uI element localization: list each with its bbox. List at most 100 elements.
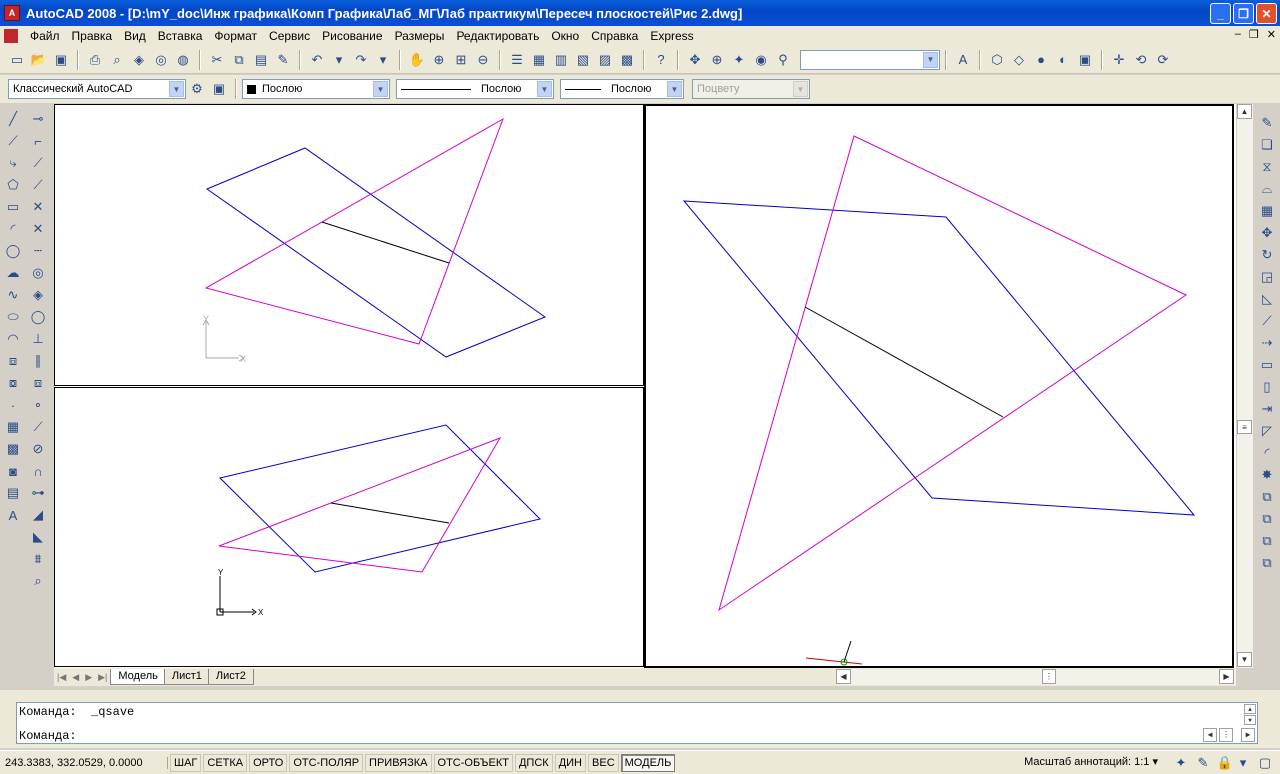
drawing-canvas[interactable]: X Y X Y	[54, 104, 1253, 668]
snap-quadrant-icon[interactable]: ◈	[29, 286, 47, 304]
zoom-realtime-icon[interactable]: ⊕	[430, 51, 448, 69]
scroll-down-button[interactable]: ▼	[1237, 652, 1252, 667]
open-file-icon[interactable]: 📂	[30, 51, 48, 69]
linetype-combo[interactable]: Послою ▼	[396, 79, 554, 99]
polygon-icon[interactable]: ⬠	[4, 176, 22, 194]
menu-draw[interactable]: Рисование	[316, 27, 388, 45]
break-at-point-icon[interactable]: ▭	[1258, 356, 1276, 374]
zoom-in-icon[interactable]: ⊕	[708, 51, 726, 69]
walk-icon[interactable]: ⚲	[774, 51, 792, 69]
redo-icon[interactable]: ↷	[352, 51, 370, 69]
offset-icon[interactable]: ⌓	[1258, 180, 1276, 198]
minimize-button[interactable]: _	[1210, 3, 1231, 24]
command-prompt[interactable]: Команда:	[19, 729, 77, 743]
my-workspace-icon[interactable]: ▣	[210, 80, 228, 98]
chevron-down-icon[interactable]: ▼	[923, 51, 938, 68]
menu-tools[interactable]: Сервис	[263, 27, 316, 45]
osnap-settings-icon[interactable]: ∩	[29, 462, 47, 480]
snap-apparent-intersection-icon[interactable]: ✕	[29, 220, 47, 238]
copy-object-icon[interactable]: ❏	[1258, 136, 1276, 154]
menu-format[interactable]: Формат	[208, 27, 263, 45]
scroll-right-button[interactable]: ▶	[1219, 669, 1234, 684]
bring-above-icon[interactable]: ⧉	[1258, 532, 1276, 550]
3d-orbit-icon[interactable]: ✦	[730, 51, 748, 69]
auto-scale-icon[interactable]: ✎	[1194, 754, 1212, 772]
snap-nearest-icon[interactable]: ⟋	[29, 418, 47, 436]
erase-icon[interactable]: ✎	[1258, 114, 1276, 132]
zoom-window-icon[interactable]: ⊞	[452, 51, 470, 69]
lock-icon[interactable]: 🔒	[1216, 754, 1234, 772]
ellipse-arc-icon[interactable]: ◠	[4, 330, 22, 348]
region-icon[interactable]: ◙	[4, 462, 22, 480]
status-grid-button[interactable]: СЕТКА	[203, 753, 248, 772]
dimension-update-icon[interactable]: ◣	[29, 528, 47, 546]
print-preview-icon[interactable]: ⌕	[108, 51, 126, 69]
explode-icon[interactable]: ✸	[1258, 466, 1276, 484]
extend-icon[interactable]: ⇢	[1258, 334, 1276, 352]
temporary-tracking-icon[interactable]: ⊸	[29, 110, 47, 128]
point-icon[interactable]: ·	[4, 396, 22, 414]
drawing-area[interactable]: X Y X Y	[54, 104, 1253, 668]
tab-first-icon[interactable]: |◀	[54, 672, 69, 683]
status-lwt-button[interactable]: ВЕС	[588, 753, 619, 772]
menu-modify[interactable]: Редактировать	[450, 27, 545, 45]
tab-layout1[interactable]: Лист1	[163, 669, 210, 685]
spline-icon[interactable]: ∿	[4, 286, 22, 304]
snap-endpoint-icon[interactable]: ⟋	[29, 154, 47, 172]
status-menu-icon[interactable]: ▾	[1234, 754, 1252, 772]
snap-intersection-icon[interactable]: ✕	[29, 198, 47, 216]
restore-button[interactable]: ❐	[1233, 3, 1254, 24]
status-ortho-button[interactable]: ОРТО	[249, 753, 288, 772]
cmd-scroll-down-button[interactable]: ▼	[1244, 715, 1256, 725]
pan-realtime-icon[interactable]: ✋	[408, 51, 426, 69]
cmd-scroll-thumb[interactable]: ⋮	[1219, 728, 1233, 742]
pan-icon[interactable]: ✥	[686, 51, 704, 69]
menu-file[interactable]: Файл	[24, 27, 66, 45]
cmd-scroll-right-button[interactable]: ▶	[1241, 728, 1255, 742]
vertical-scrollbar[interactable]: ▲ ≡ ▼	[1236, 104, 1253, 668]
scale-icon[interactable]: ◲	[1258, 268, 1276, 286]
polyline-icon[interactable]: ⤷	[4, 154, 22, 172]
join-icon[interactable]: ⇥	[1258, 400, 1276, 418]
snap-insert-icon[interactable]: ⧈	[29, 374, 47, 392]
rotate-icon[interactable]: ↻	[1258, 246, 1276, 264]
annotation-visibility-icon[interactable]: ✦	[1172, 754, 1190, 772]
array-icon[interactable]: ▦	[1258, 202, 1276, 220]
status-model-button[interactable]: МОДЕЛЬ	[620, 753, 676, 772]
help-icon[interactable]: ?	[652, 51, 670, 69]
conceptual-visual-icon[interactable]: ◐	[1054, 51, 1072, 69]
color-combo[interactable]: Послою ▼	[242, 79, 390, 99]
menu-express[interactable]: Express	[644, 27, 699, 45]
orbit-icon[interactable]: ✛	[1110, 51, 1128, 69]
draw-order-back-icon[interactable]: ⧉	[1258, 510, 1276, 528]
clean-screen-icon[interactable]: ▢	[1256, 754, 1274, 772]
inquiry-icon[interactable]: ⌕	[29, 572, 47, 590]
mirror-icon[interactable]: ⧖	[1258, 158, 1276, 176]
sheet-set-icon[interactable]: ▧	[574, 51, 592, 69]
continuous-orbit-icon[interactable]: ⟳	[1154, 51, 1172, 69]
markup-icon[interactable]: ▨	[596, 51, 614, 69]
redo-dropdown-icon[interactable]: ▾	[374, 51, 392, 69]
snap-midpoint-icon[interactable]: ⟋	[29, 176, 47, 194]
snap-perpendicular-icon[interactable]: ⊥	[29, 330, 47, 348]
chevron-down-icon[interactable]: ▼	[373, 81, 388, 97]
camera-icon[interactable]: ◉	[752, 51, 770, 69]
horizontal-scrollbar[interactable]: ◀ ⋮ ▶	[836, 669, 1236, 685]
chevron-down-icon[interactable]: ▼	[667, 81, 682, 97]
ellipse-icon[interactable]: ⬭	[4, 308, 22, 326]
arc-icon[interactable]: ◜	[4, 220, 22, 238]
command-area[interactable]: Команда: _qsave Команда: ▲ ▼ ◀ ⋮ ▶	[16, 702, 1258, 744]
undo-dropdown-icon[interactable]: ▾	[330, 51, 348, 69]
menu-help[interactable]: Справка	[585, 27, 644, 45]
lineweight-combo[interactable]: Послою ▼	[560, 79, 684, 99]
workspace-combo[interactable]: Классический AutoCAD ▼	[8, 79, 186, 99]
draw-order-front-icon[interactable]: ⧉	[1258, 488, 1276, 506]
status-snap-button[interactable]: ШАГ	[170, 753, 202, 772]
tool-palettes-icon[interactable]: ▥	[552, 51, 570, 69]
dimension-edit-icon[interactable]: ⩩	[29, 550, 47, 568]
chevron-down-icon[interactable]: ▼	[169, 81, 184, 97]
snap-tangent-icon[interactable]: ◯	[29, 308, 47, 326]
cmd-scroll-left-button[interactable]: ◀	[1203, 728, 1217, 742]
snap-parallel-icon[interactable]: ∥	[29, 352, 47, 370]
dimension-icon[interactable]: ⊶	[29, 484, 47, 502]
